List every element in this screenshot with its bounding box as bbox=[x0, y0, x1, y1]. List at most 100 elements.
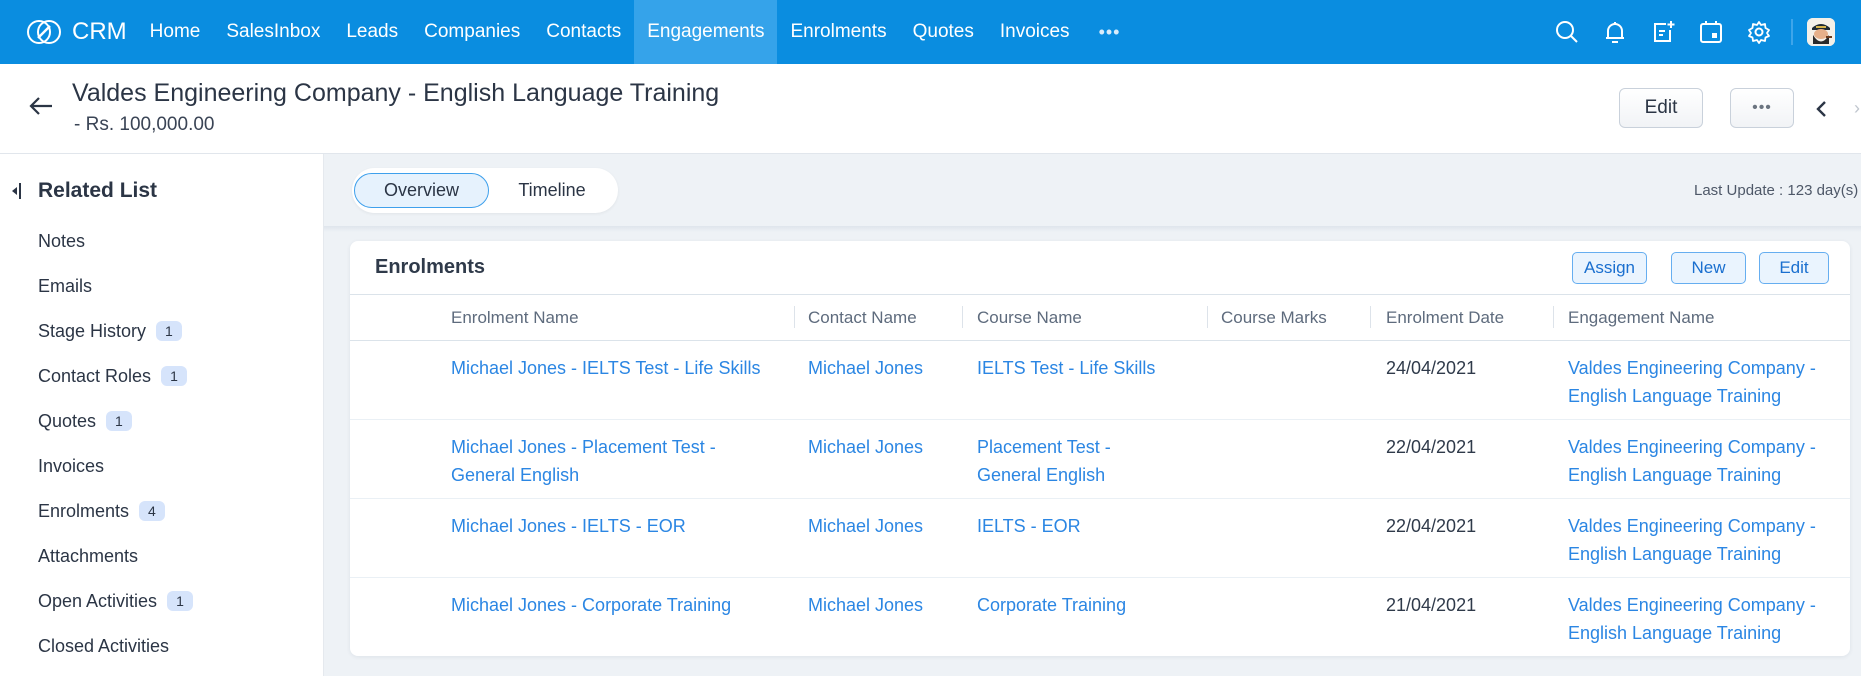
column-header-engagement-name[interactable]: Engagement Name bbox=[1568, 308, 1714, 328]
course-name-link[interactable]: IELTS Test - Life Skills bbox=[977, 354, 1167, 382]
view-tabs: Overview Timeline bbox=[352, 168, 618, 213]
contact-name-link[interactable]: Michael Jones bbox=[808, 433, 923, 461]
content-divider bbox=[324, 226, 1861, 232]
contact-name-link[interactable]: Michael Jones bbox=[808, 512, 923, 540]
tab-overview[interactable]: Overview bbox=[354, 173, 489, 208]
last-update-text: Last Update : 123 day(s) bbox=[1694, 182, 1859, 199]
sidebar-item-label: Emails bbox=[38, 275, 93, 296]
next-record-icon[interactable]: › bbox=[1854, 98, 1860, 119]
nav-leads[interactable]: Leads bbox=[333, 0, 411, 64]
course-name-link[interactable]: IELTS - EOR bbox=[977, 512, 1167, 540]
table-row: Michael Jones - Placement Test - General… bbox=[350, 420, 1850, 499]
sidebar-item-invoices[interactable]: Invoices bbox=[38, 451, 104, 481]
table-row: Michael Jones - IELTS - EOR Michael Jone… bbox=[350, 499, 1850, 578]
count-badge: 1 bbox=[156, 321, 182, 341]
search-icon[interactable] bbox=[1543, 0, 1591, 64]
gear-icon[interactable] bbox=[1735, 0, 1783, 64]
column-header-contact-name[interactable]: Contact Name bbox=[808, 308, 917, 328]
zoho-logo-icon bbox=[27, 20, 61, 44]
sidebar-item-label: Attachments bbox=[38, 545, 139, 566]
edit-enrolments-button[interactable]: Edit bbox=[1759, 252, 1829, 284]
nav-salesinbox[interactable]: SalesInbox bbox=[213, 0, 333, 64]
nav-contacts[interactable]: Contacts bbox=[533, 0, 634, 64]
column-header-course-name[interactable]: Course Name bbox=[977, 308, 1082, 328]
sidebar-item-label: Open Activities bbox=[38, 590, 158, 611]
user-avatar[interactable] bbox=[1807, 18, 1835, 46]
more-actions-button[interactable]: ••• bbox=[1730, 88, 1794, 128]
enrolment-name-link[interactable]: Michael Jones - Placement Test - General… bbox=[451, 433, 736, 489]
back-arrow-icon[interactable] bbox=[28, 94, 54, 118]
engagement-name-link[interactable]: Valdes Engineering Company - English Lan… bbox=[1568, 591, 1818, 647]
sidebar-item-label: Enrolments bbox=[38, 500, 130, 521]
nav-separator bbox=[1791, 19, 1793, 45]
engagement-name-link[interactable]: Valdes Engineering Company - English Lan… bbox=[1568, 433, 1818, 489]
related-list-title: Related List bbox=[38, 179, 158, 202]
count-badge: 1 bbox=[167, 591, 193, 611]
count-badge: 4 bbox=[139, 501, 165, 521]
enrolment-name-link[interactable]: Michael Jones - IELTS - EOR bbox=[451, 512, 771, 540]
enrolment-name-link[interactable]: Michael Jones - IELTS Test - Life Skills bbox=[451, 354, 771, 382]
nav-invoices[interactable]: Invoices bbox=[987, 0, 1083, 64]
nav-more-button[interactable]: ••• bbox=[1083, 0, 1137, 64]
enrolment-date-value: 22/04/2021 bbox=[1386, 516, 1477, 536]
enrolment-date-value: 21/04/2021 bbox=[1386, 595, 1477, 615]
sidebar-item-label: Quotes bbox=[38, 410, 97, 431]
engagement-name-link[interactable]: Valdes Engineering Company - English Lan… bbox=[1568, 512, 1818, 568]
column-header-course-marks[interactable]: Course Marks bbox=[1221, 308, 1327, 328]
column-separator[interactable] bbox=[1207, 306, 1208, 328]
enrolment-date-value: 24/04/2021 bbox=[1386, 358, 1477, 378]
collapse-sidebar-icon[interactable] bbox=[11, 182, 23, 200]
course-name-link[interactable]: Corporate Training bbox=[977, 591, 1167, 619]
assign-button[interactable]: Assign bbox=[1572, 252, 1647, 284]
nav-enrolments[interactable]: Enrolments bbox=[777, 0, 899, 64]
tab-timeline[interactable]: Timeline bbox=[492, 173, 612, 208]
previous-record-icon[interactable] bbox=[1812, 98, 1832, 120]
sidebar-item-stage-history[interactable]: Stage History 1 bbox=[38, 316, 182, 346]
brand-name: CRM bbox=[72, 18, 127, 45]
sidebar-item-emails[interactable]: Emails bbox=[38, 271, 92, 301]
related-list-sidebar: Related List Notes Emails Stage History … bbox=[0, 154, 324, 676]
new-note-icon[interactable] bbox=[1639, 0, 1687, 64]
column-header-enrolment-date[interactable]: Enrolment Date bbox=[1386, 308, 1504, 328]
sidebar-item-label: Closed Activities bbox=[38, 635, 170, 656]
sidebar-item-open-activities[interactable]: Open Activities 1 bbox=[38, 586, 193, 616]
top-navigation-bar: CRM Home SalesInbox Leads Companies Cont… bbox=[0, 0, 1861, 64]
enrolment-date-value: 22/04/2021 bbox=[1386, 437, 1477, 457]
sidebar-item-attachments[interactable]: Attachments bbox=[38, 541, 138, 571]
sidebar-item-quotes[interactable]: Quotes 1 bbox=[38, 406, 132, 436]
column-header-enrolment-name[interactable]: Enrolment Name bbox=[451, 308, 579, 328]
bell-icon[interactable] bbox=[1591, 0, 1639, 64]
edit-record-button[interactable]: Edit bbox=[1619, 88, 1703, 128]
sidebar-item-closed-activities[interactable]: Closed Activities bbox=[38, 631, 169, 661]
column-separator[interactable] bbox=[962, 306, 963, 328]
record-title: Valdes Engineering Company - English Lan… bbox=[72, 79, 720, 107]
contact-name-link[interactable]: Michael Jones bbox=[808, 591, 923, 619]
nav-quotes[interactable]: Quotes bbox=[900, 0, 987, 64]
sidebar-item-contact-roles[interactable]: Contact Roles 1 bbox=[38, 361, 187, 391]
enrolment-name-link[interactable]: Michael Jones - Corporate Training bbox=[451, 591, 771, 619]
record-amount: - Rs. 100,000.00 bbox=[74, 114, 215, 135]
column-separator[interactable] bbox=[1553, 306, 1554, 328]
table-row: Michael Jones - IELTS Test - Life Skills… bbox=[350, 341, 1850, 420]
engagement-name-link[interactable]: Valdes Engineering Company - English Lan… bbox=[1568, 354, 1818, 410]
column-separator[interactable] bbox=[794, 306, 795, 328]
enrolments-title: Enrolments bbox=[375, 256, 486, 278]
sidebar-item-label: Invoices bbox=[38, 455, 105, 476]
count-badge: 1 bbox=[161, 366, 187, 386]
sidebar-item-enrolments[interactable]: Enrolments 4 bbox=[38, 496, 165, 526]
record-header: Valdes Engineering Company - English Lan… bbox=[0, 64, 1861, 154]
nav-companies[interactable]: Companies bbox=[411, 0, 533, 64]
course-name-link[interactable]: Placement Test - General English bbox=[977, 433, 1127, 489]
new-enrolment-button[interactable]: New bbox=[1671, 252, 1746, 284]
contact-name-link[interactable]: Michael Jones bbox=[808, 354, 923, 382]
column-separator[interactable] bbox=[1370, 306, 1371, 328]
crm-logo[interactable]: CRM bbox=[0, 0, 127, 64]
sidebar-item-label: Notes bbox=[38, 230, 86, 251]
calendar-icon[interactable] bbox=[1687, 0, 1735, 64]
sidebar-item-notes[interactable]: Notes bbox=[38, 226, 85, 256]
nav-engagements[interactable]: Engagements bbox=[634, 0, 778, 64]
nav-home[interactable]: Home bbox=[137, 0, 214, 64]
count-badge: 1 bbox=[106, 411, 132, 431]
enrolments-card: Enrolments Assign New Edit Enrolment Nam… bbox=[350, 241, 1850, 656]
card-divider bbox=[350, 294, 1850, 295]
